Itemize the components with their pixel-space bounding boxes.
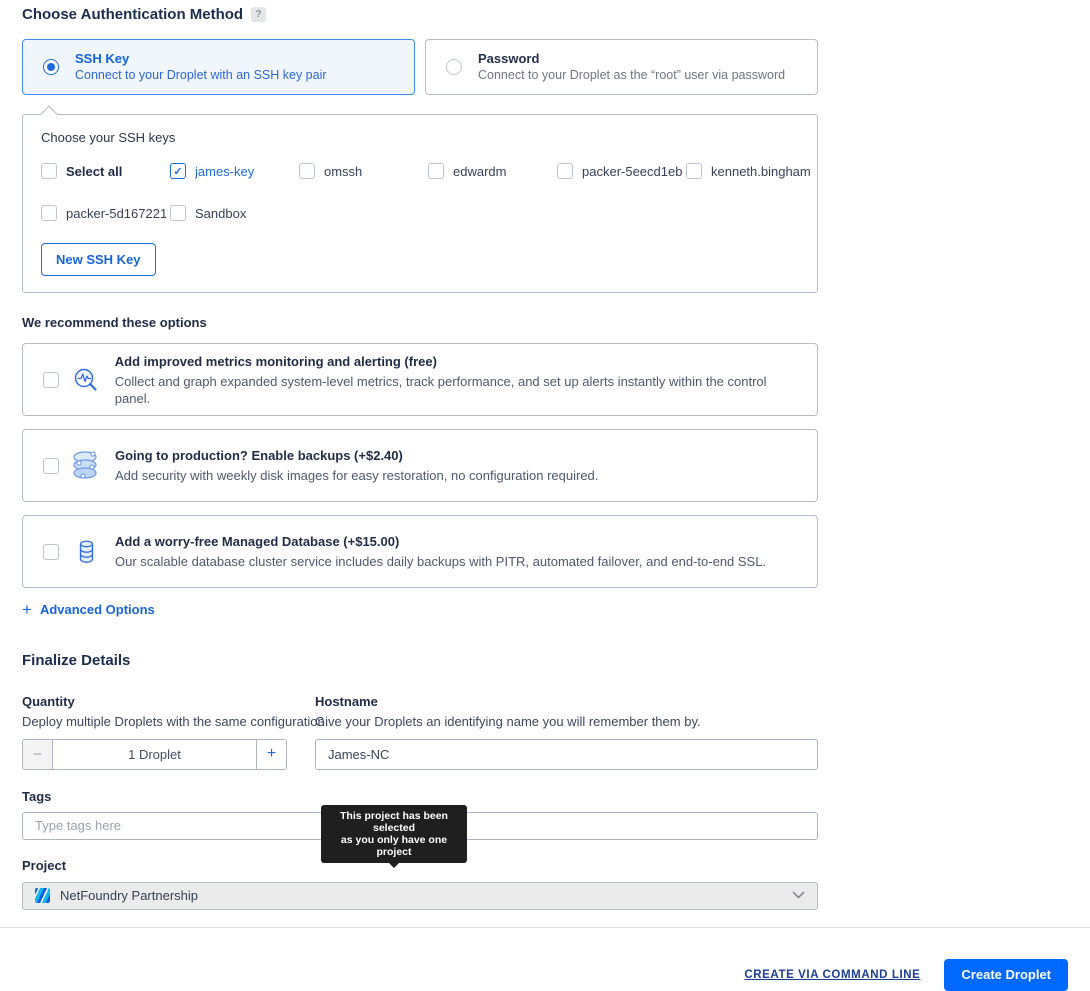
project-tooltip: This project has been selected as you on… [321, 805, 467, 863]
checkbox-icon[interactable] [43, 372, 59, 388]
plus-icon: + [22, 603, 32, 617]
quantity-description: Deploy multiple Droplets with the same c… [22, 714, 287, 729]
quantity-value: 1 Droplet [53, 740, 256, 769]
checkbox-icon[interactable] [43, 544, 59, 560]
radio-selected-icon[interactable] [43, 59, 59, 75]
option-card-backups[interactable]: Going to production? Enable backups (+$2… [22, 429, 818, 502]
ssh-keys-row-1: Select all ✓ james-key omssh edwardm pac… [41, 163, 799, 179]
auth-option-password[interactable]: Password Connect to your Droplet as the … [425, 39, 818, 95]
ssh-key-checkbox-james-key[interactable]: ✓ james-key [170, 163, 299, 179]
hostname-label: Hostname [315, 694, 818, 709]
new-ssh-key-button[interactable]: New SSH Key [41, 243, 156, 276]
auth-option-title: SSH Key [75, 51, 327, 67]
quantity-decrement-button[interactable]: − [23, 740, 53, 769]
ssh-key-label: Sandbox [195, 206, 246, 221]
help-icon[interactable]: ? [251, 7, 266, 22]
ssh-keys-panel: Choose your SSH keys Select all ✓ james-… [22, 114, 818, 293]
radio-unselected-icon[interactable] [446, 59, 462, 75]
ssh-key-checkbox-sandbox[interactable]: Sandbox [170, 205, 799, 221]
option-card-description: Our scalable database cluster service in… [115, 553, 766, 570]
option-card-description: Add security with weekly disk images for… [115, 467, 598, 484]
chevron-down-icon [792, 891, 805, 900]
create-via-command-line-link[interactable]: CREATE VIA COMMAND LINE [744, 969, 920, 981]
auth-option-title: Password [478, 51, 785, 67]
checkbox-checked-icon[interactable]: ✓ [170, 163, 186, 179]
quantity-stepper: − 1 Droplet + [22, 739, 287, 770]
project-icon [35, 888, 50, 903]
ssh-key-checkbox-edwardm[interactable]: edwardm [428, 163, 557, 179]
ssh-key-checkbox-omssh[interactable]: omssh [299, 163, 428, 179]
ssh-key-label: kenneth.bingham [711, 164, 811, 179]
hostname-description: Give your Droplets an identifying name y… [315, 714, 818, 729]
ssh-key-checkbox-packer-5eecd1eb[interactable]: packer-5eecd1eb-... [557, 163, 686, 179]
advanced-options-link[interactable]: + Advanced Options [22, 602, 155, 617]
checkbox-icon[interactable] [557, 163, 573, 179]
ssh-key-checkbox-select-all[interactable]: Select all [41, 163, 170, 179]
hostname-input[interactable] [315, 739, 818, 770]
checkbox-icon[interactable] [41, 205, 57, 221]
ssh-key-label: omssh [324, 164, 362, 179]
panel-notch [41, 106, 58, 123]
advanced-options-label: Advanced Options [40, 602, 155, 617]
quantity-increment-button[interactable]: + [256, 740, 286, 769]
ssh-key-label: packer-5eecd1eb-... [582, 164, 682, 179]
create-droplet-page: Choose Authentication Method ? SSH Key C… [0, 0, 1090, 991]
project-select[interactable]: NetFoundry Partnership [22, 882, 818, 910]
tags-label: Tags [22, 789, 818, 804]
finalize-details-heading: Finalize Details [22, 652, 818, 669]
option-card-description: Collect and graph expanded system-level … [115, 373, 801, 407]
auth-option-description: Connect to your Droplet as the “root” us… [478, 67, 785, 83]
quantity-label: Quantity [22, 694, 287, 709]
footer-bar: CREATE VIA COMMAND LINE Create Droplet [0, 927, 1090, 991]
ssh-key-label: Select all [66, 164, 122, 179]
checkbox-icon[interactable] [686, 163, 702, 179]
ssh-key-checkbox-packer-5d167221[interactable]: packer-5d167221-1... [41, 205, 170, 221]
tooltip-arrow [389, 863, 399, 868]
managed-database-icon [69, 539, 103, 565]
checkbox-icon[interactable] [43, 458, 59, 474]
option-card-metrics[interactable]: Add improved metrics monitoring and aler… [22, 343, 818, 416]
auth-method-heading: Choose Authentication Method ? [22, 6, 818, 23]
ssh-keys-heading: Choose your SSH keys [41, 130, 799, 145]
auth-method-heading-text: Choose Authentication Method [22, 6, 243, 23]
ssh-key-label: packer-5d167221-1... [66, 206, 166, 221]
tooltip-line-2: as you only have one project [327, 834, 461, 858]
option-card-managed-database[interactable]: Add a worry-free Managed Database (+$15.… [22, 515, 818, 588]
ssh-key-label: edwardm [453, 164, 506, 179]
option-card-title: Going to production? Enable backups (+$2… [115, 447, 598, 464]
option-card-title: Add a worry-free Managed Database (+$15.… [115, 533, 766, 550]
quantity-hostname-row: Quantity Deploy multiple Droplets with t… [22, 694, 818, 770]
auth-option-ssh-key[interactable]: SSH Key Connect to your Droplet with an … [22, 39, 415, 95]
auth-option-description: Connect to your Droplet with an SSH key … [75, 67, 327, 83]
ssh-key-checkbox-kenneth-bingham[interactable]: kenneth.bingham [686, 163, 815, 179]
tooltip-line-1: This project has been selected [327, 810, 461, 834]
project-block: Project NetFoundry Partnership [22, 858, 818, 910]
checkbox-icon[interactable] [299, 163, 315, 179]
checkbox-icon[interactable] [170, 205, 186, 221]
ssh-key-label: james-key [195, 164, 254, 179]
auth-options-row: SSH Key Connect to your Droplet with an … [22, 39, 818, 95]
backups-disks-icon [69, 447, 103, 485]
ssh-keys-row-2: packer-5d167221-1... Sandbox [41, 205, 799, 221]
create-droplet-button[interactable]: Create Droplet [944, 959, 1068, 991]
project-selected-value: NetFoundry Partnership [60, 888, 792, 903]
metrics-monitoring-icon [69, 366, 103, 394]
option-card-title: Add improved metrics monitoring and aler… [115, 353, 801, 370]
checkbox-icon[interactable] [428, 163, 444, 179]
checkbox-icon[interactable] [41, 163, 57, 179]
recommendations-heading: We recommend these options [22, 315, 818, 330]
